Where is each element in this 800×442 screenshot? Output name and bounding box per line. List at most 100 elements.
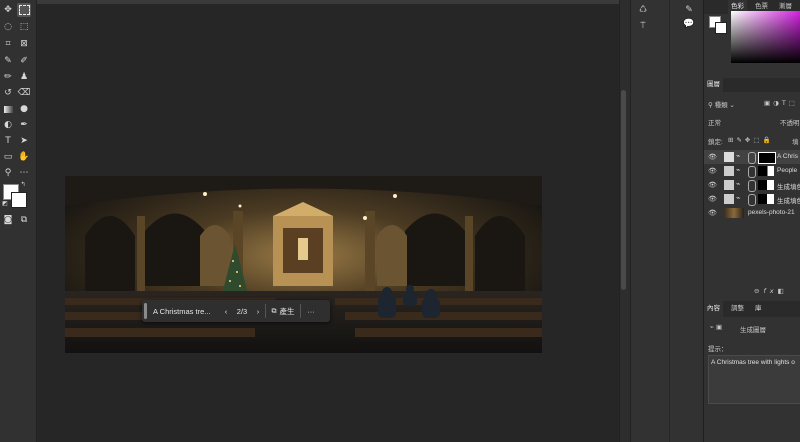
share-icon[interactable]: ⍡ xyxy=(637,20,649,32)
eyedropper-tool-icon[interactable]: ✎ xyxy=(1,54,15,68)
layer-thumbnail xyxy=(724,166,734,176)
zoom-tool-icon[interactable]: ⚲ xyxy=(1,166,15,180)
dodge-tool-icon[interactable]: ◐ xyxy=(1,118,15,132)
brush-tool-icon[interactable]: ✏ xyxy=(1,70,15,84)
visibility-eye-icon[interactable]: 👁 xyxy=(708,153,717,161)
rectangle-tool-icon[interactable]: ▭ xyxy=(1,150,15,164)
tab-libraries[interactable]: 庫 xyxy=(752,301,765,317)
layer-row[interactable]: 👁 ⌁ 生成填色 xyxy=(704,192,800,206)
background-color-chip[interactable] xyxy=(715,22,727,34)
prompt-textarea[interactable]: A Christmas tree with lights o xyxy=(708,355,800,404)
prompt-value: A Christmas tree with lights o xyxy=(711,359,795,366)
layer-thumbnail xyxy=(724,180,734,190)
generate-label: 產生 xyxy=(279,306,295,316)
add-mask-icon[interactable]: ◧ xyxy=(778,287,788,295)
layer-row[interactable]: 👁 pexels-photo-21 xyxy=(704,206,800,220)
object-select-tool-icon[interactable]: ⬚ xyxy=(17,20,31,34)
fill-label: 填 xyxy=(792,139,799,146)
layer-mask-thumbnail xyxy=(758,180,774,190)
layer-name[interactable]: pexels-photo-21 xyxy=(748,209,795,216)
cathedral-photo xyxy=(65,176,542,353)
comments-icon[interactable]: 💬 xyxy=(683,18,695,30)
generative-icon: ⌁ xyxy=(736,181,741,188)
fx-icon[interactable]: fx xyxy=(763,287,777,295)
filter-kind-label: 種類 xyxy=(714,102,728,109)
gradient-tool-icon[interactable] xyxy=(1,102,15,116)
layer-row[interactable]: 👁 ⌁ A Chris xyxy=(704,150,800,164)
tab-properties[interactable]: 內容 xyxy=(704,301,723,317)
link-icon xyxy=(748,152,756,164)
brush-settings-icon[interactable]: ✎ xyxy=(683,4,695,16)
marquee-tool-icon[interactable] xyxy=(17,3,31,17)
chevron-right-icon[interactable]: › xyxy=(251,300,265,322)
generative-icon: ⌁ xyxy=(736,153,741,160)
frame-tool-icon[interactable]: ⊠ xyxy=(17,37,31,51)
generative-icon: ⌁ xyxy=(736,167,741,174)
generative-icon: ⌁ xyxy=(736,195,741,202)
visibility-eye-icon[interactable]: 👁 xyxy=(708,195,717,203)
filter-kind-dropdown[interactable]: ⚲ 種類 ⌄ xyxy=(708,99,735,109)
clone-stamp-tool-icon[interactable]: ♟ xyxy=(17,70,31,84)
path-select-tool-icon[interactable]: ➤ xyxy=(17,134,31,148)
eraser-tool-icon[interactable]: ⌫ xyxy=(17,86,31,100)
quick-mask-icon[interactable]: ◙ xyxy=(1,213,15,227)
link-icon xyxy=(748,166,756,178)
layer-thumbnail xyxy=(724,194,734,204)
background-color-swatch[interactable] xyxy=(11,192,27,208)
color-picker-field[interactable] xyxy=(731,11,800,63)
move-tool-icon[interactable]: ✥ xyxy=(1,3,15,17)
crop-tool-icon[interactable]: ⌗ xyxy=(1,37,15,51)
prompt-label: 提示： xyxy=(708,346,728,353)
blend-mode-label: 正常 xyxy=(708,120,721,127)
layer-thumbnail xyxy=(724,152,734,162)
layers-footer: ⊖fx◧ xyxy=(754,287,788,295)
history-brush-tool-icon[interactable]: ↺ xyxy=(1,86,15,100)
layer-mask-thumbnail xyxy=(758,152,776,164)
default-colors-icon[interactable]: ◩ xyxy=(1,200,9,208)
chevron-left-icon[interactable]: ‹ xyxy=(219,300,233,322)
tools-panel: ✥ ◌ ⬚ ⌗ ⊠ ✎ ✐ ✏ ♟ ↺ ⌫ ● ◐ ✒ T ➤ ▭ ✋ ⚲ ⋯ … xyxy=(0,0,37,442)
lock-label: 鎖定: xyxy=(708,139,723,146)
pen-tool-icon[interactable]: ✒ xyxy=(17,118,31,132)
prompt-field[interactable]: A Christmas tre... xyxy=(153,307,215,316)
panel-dock: ♺ ⍡ ✎ 💬 xyxy=(630,0,703,442)
drag-handle[interactable] xyxy=(144,303,147,319)
layer-name[interactable]: People xyxy=(777,167,797,174)
layer-name[interactable]: 生成填色 xyxy=(777,181,800,191)
visibility-eye-icon[interactable]: 👁 xyxy=(708,167,717,175)
contextual-task-bar: A Christmas tre... ‹ 2/3 › ⧉ 產生 ··· xyxy=(142,300,330,322)
layer-name[interactable]: A Chris xyxy=(777,153,798,160)
generate-icon: ⧉ xyxy=(271,306,277,315)
link-icon xyxy=(748,180,756,192)
layer-type-label: 生成圖層 xyxy=(740,327,766,334)
more-tools-icon[interactable]: ⋯ xyxy=(17,166,31,180)
generative-layer-icon: ⌁ ▣ xyxy=(710,323,723,331)
filter-icons: ▣◑T⬚ xyxy=(764,99,798,107)
tab-layers[interactable]: 圖層 xyxy=(704,78,723,92)
visibility-eye-icon[interactable]: 👁 xyxy=(708,181,717,189)
learn-icon[interactable]: ♺ xyxy=(637,4,649,16)
generate-button[interactable]: ⧉ 產生 xyxy=(266,300,300,322)
blur-tool-icon[interactable]: ● xyxy=(17,102,31,116)
scrollbar-thumb[interactable] xyxy=(621,90,626,290)
document-image-cathedral[interactable] xyxy=(65,176,542,353)
lock-icons[interactable]: ⊞✎✥⬚🔒 xyxy=(728,136,774,144)
layer-row[interactable]: 👁 ⌁ People xyxy=(704,164,800,178)
layer-name[interactable]: 生成填色 xyxy=(777,195,800,205)
visibility-eye-icon[interactable]: 👁 xyxy=(708,209,717,217)
swap-colors-icon[interactable]: ↰ xyxy=(19,181,27,189)
screen-mode-icon[interactable]: ⧉ xyxy=(17,213,31,227)
lasso-tool-icon[interactable]: ◌ xyxy=(1,20,15,34)
more-options-button[interactable]: ··· xyxy=(301,300,321,322)
hand-tool-icon[interactable]: ✋ xyxy=(17,150,31,164)
spot-healing-tool-icon[interactable]: ✐ xyxy=(17,54,31,68)
tab-adjustments[interactable]: 調整 xyxy=(728,301,747,317)
layer-thumbnail xyxy=(724,208,744,218)
layer-row[interactable]: 👁 ⌁ 生成填色 xyxy=(704,178,800,192)
layer-mask-thumbnail xyxy=(758,166,774,176)
right-panels: 色彩 色票 漸層 圖層 ⚲ 種類 ⌄ ▣◑T⬚ 正常 不透明 鎖定: ⊞✎✥⬚🔒… xyxy=(703,0,800,442)
variation-counter: 2/3 xyxy=(236,306,248,316)
layer-mask-thumbnail xyxy=(758,194,774,204)
blend-mode-dropdown[interactable]: 正常 xyxy=(708,117,752,127)
type-tool-icon[interactable]: T xyxy=(1,134,15,148)
